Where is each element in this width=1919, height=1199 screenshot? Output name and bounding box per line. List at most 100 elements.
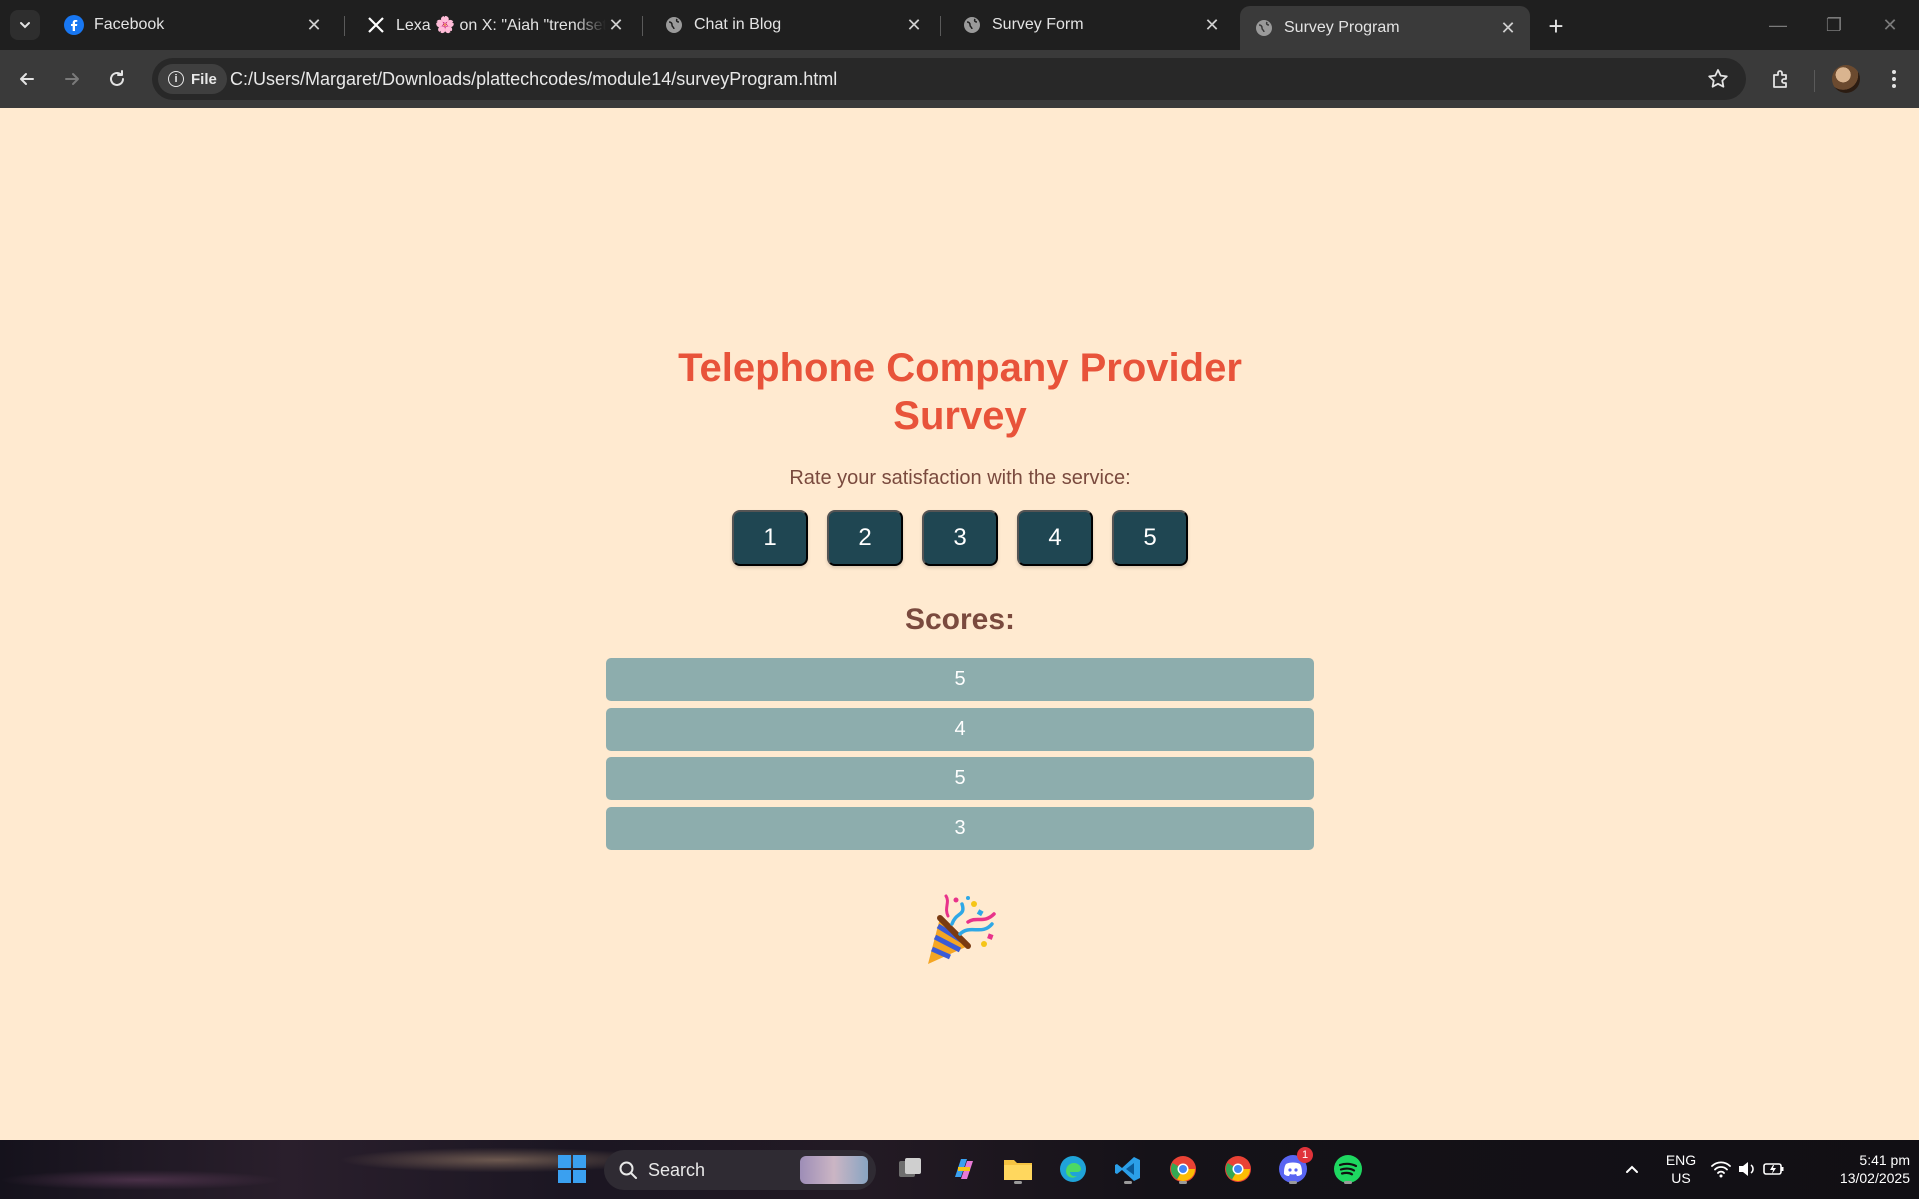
rating-button-5[interactable]: 5 bbox=[1112, 510, 1188, 566]
search-icon bbox=[619, 1161, 637, 1179]
restore-button[interactable]: ❐ bbox=[1814, 10, 1854, 40]
tab-title: Chat in Blog bbox=[694, 16, 782, 33]
score-item: 5 bbox=[606, 757, 1314, 800]
wallpaper-strip bbox=[0, 1140, 700, 1199]
clock-date: 13/02/2025 bbox=[1839, 1170, 1910, 1186]
copilot-button[interactable] bbox=[945, 1151, 981, 1187]
volume-icon bbox=[1739, 1162, 1754, 1176]
rating-button-1[interactable]: 1 bbox=[732, 510, 808, 566]
site-info-chip[interactable]: i File bbox=[158, 64, 227, 94]
url-text[interactable]: C:/Users/Margaret/Downloads/plattechcode… bbox=[230, 69, 837, 90]
chrome-button[interactable] bbox=[1220, 1151, 1256, 1187]
rating-prompt: Rate your satisfaction with the service: bbox=[789, 467, 1131, 489]
tab-x-post[interactable]: Lexa 🌸 on X: "Aiah "trendsetter" ✕ bbox=[352, 8, 638, 42]
close-icon[interactable]: ✕ bbox=[1202, 15, 1222, 35]
running-indicator bbox=[1014, 1181, 1022, 1184]
tab-survey-form[interactable]: Survey Form ✕ bbox=[948, 8, 1234, 42]
tab-facebook[interactable]: Facebook ✕ bbox=[50, 8, 336, 42]
score-item: 4 bbox=[606, 707, 1314, 751]
close-icon[interactable]: ✕ bbox=[1498, 18, 1518, 38]
page-title: Telephone Company Provider Survey bbox=[678, 346, 1242, 438]
vscode-button[interactable] bbox=[1110, 1151, 1146, 1187]
language-indicator[interactable]: ENG US bbox=[1656, 1151, 1706, 1187]
copilot-icon bbox=[955, 1159, 973, 1179]
tab-chat-in-blog[interactable]: Chat in Blog ✕ bbox=[650, 8, 936, 42]
avatar bbox=[1832, 65, 1860, 93]
clock[interactable]: 5:41 pm 13/02/2025 bbox=[1806, 1151, 1916, 1187]
tab-separator bbox=[344, 16, 345, 36]
puzzle-icon bbox=[1773, 70, 1787, 88]
edge-button[interactable] bbox=[1055, 1151, 1091, 1187]
page-viewport: Telephone Company Provider Survey Rate y… bbox=[0, 108, 1919, 1140]
minimize-icon: — bbox=[1769, 14, 1787, 35]
language-label: ENG bbox=[1665, 1152, 1697, 1168]
edge-icon bbox=[1060, 1156, 1086, 1182]
chrome-icon bbox=[1225, 1156, 1251, 1182]
chrome-icon bbox=[1170, 1156, 1196, 1182]
minimize-button[interactable]: — bbox=[1758, 10, 1798, 40]
forward-button[interactable] bbox=[55, 62, 89, 96]
search-highlight-image bbox=[800, 1156, 868, 1184]
spotify-button[interactable] bbox=[1330, 1151, 1366, 1187]
menu-button[interactable] bbox=[1877, 62, 1911, 96]
globe-icon bbox=[664, 15, 684, 35]
address-bar[interactable]: i File C:/Users/Margaret/Downloads/platt… bbox=[152, 58, 1746, 100]
quick-settings-button[interactable] bbox=[1708, 1151, 1788, 1187]
globe-icon bbox=[1254, 18, 1274, 38]
rating-buttons: 1 2 3 4 5 bbox=[606, 510, 1314, 566]
tab-strip: Facebook ✕ Lexa 🌸 on X: "Aiah "trendsett… bbox=[0, 0, 1919, 50]
globe-icon bbox=[962, 15, 982, 35]
new-tab-button[interactable]: + bbox=[1540, 10, 1572, 42]
taskbar-search[interactable]: Search bbox=[604, 1150, 876, 1190]
close-icon[interactable]: ✕ bbox=[606, 15, 626, 35]
windows-logo-icon bbox=[558, 1155, 586, 1183]
extensions-button[interactable] bbox=[1764, 62, 1798, 96]
scores-list: 5 4 5 3 bbox=[606, 658, 1314, 850]
taskbar: Search 1 ENG US 5:41 pm 13/02/2025 bbox=[0, 1140, 1919, 1199]
task-view-icon bbox=[899, 1158, 921, 1177]
discord-button[interactable]: 1 bbox=[1275, 1147, 1313, 1187]
toolbar-separator bbox=[1814, 70, 1815, 92]
close-icon[interactable]: ✕ bbox=[304, 15, 324, 35]
region-label: US bbox=[1671, 1170, 1691, 1186]
close-icon: ✕ bbox=[1882, 14, 1898, 35]
rating-button-4[interactable]: 4 bbox=[1017, 510, 1093, 566]
tab-title: Survey Form bbox=[992, 16, 1084, 33]
rating-button-2[interactable]: 2 bbox=[827, 510, 903, 566]
x-logo-icon bbox=[366, 15, 386, 35]
spotify-icon bbox=[1334, 1155, 1362, 1183]
info-icon: i bbox=[168, 71, 184, 87]
running-indicator bbox=[1344, 1181, 1352, 1184]
scheme-label: File bbox=[191, 70, 217, 88]
chrome-profile-button[interactable] bbox=[1165, 1151, 1201, 1187]
chevron-down-icon bbox=[20, 22, 30, 29]
score-item: 5 bbox=[606, 658, 1314, 701]
tab-search-button[interactable] bbox=[10, 10, 40, 40]
show-hidden-icons-button[interactable] bbox=[1614, 1151, 1650, 1187]
running-indicator bbox=[1124, 1181, 1132, 1184]
bookmark-star-icon[interactable] bbox=[1706, 67, 1730, 91]
tab-title: Facebook bbox=[94, 16, 165, 33]
arrow-right-icon bbox=[65, 73, 79, 85]
battery-charging-icon bbox=[1763, 1163, 1784, 1175]
survey-container: Telephone Company Provider Survey Rate y… bbox=[606, 344, 1314, 971]
file-explorer-button[interactable] bbox=[1000, 1151, 1036, 1187]
back-button[interactable] bbox=[10, 62, 44, 96]
tab-separator bbox=[642, 16, 643, 36]
close-icon[interactable]: ✕ bbox=[904, 15, 924, 35]
plus-icon: + bbox=[1548, 10, 1564, 41]
reload-button[interactable] bbox=[100, 62, 134, 96]
start-button[interactable] bbox=[554, 1151, 590, 1187]
close-window-button[interactable]: ✕ bbox=[1870, 10, 1910, 40]
clock-time: 5:41 pm bbox=[1859, 1152, 1910, 1168]
running-indicator bbox=[1179, 1181, 1187, 1184]
party-popper-icon bbox=[928, 894, 996, 964]
profile-button[interactable] bbox=[1829, 62, 1863, 96]
tab-survey-program[interactable]: Survey Program ✕ bbox=[1240, 6, 1530, 50]
tab-title: Lexa 🌸 on X: "Aiah "trendsetter" bbox=[396, 17, 606, 34]
task-view-button[interactable] bbox=[892, 1151, 928, 1187]
running-indicator bbox=[1289, 1181, 1297, 1184]
facebook-icon bbox=[64, 15, 84, 35]
score-item: 3 bbox=[606, 806, 1314, 850]
rating-button-3[interactable]: 3 bbox=[922, 510, 998, 566]
